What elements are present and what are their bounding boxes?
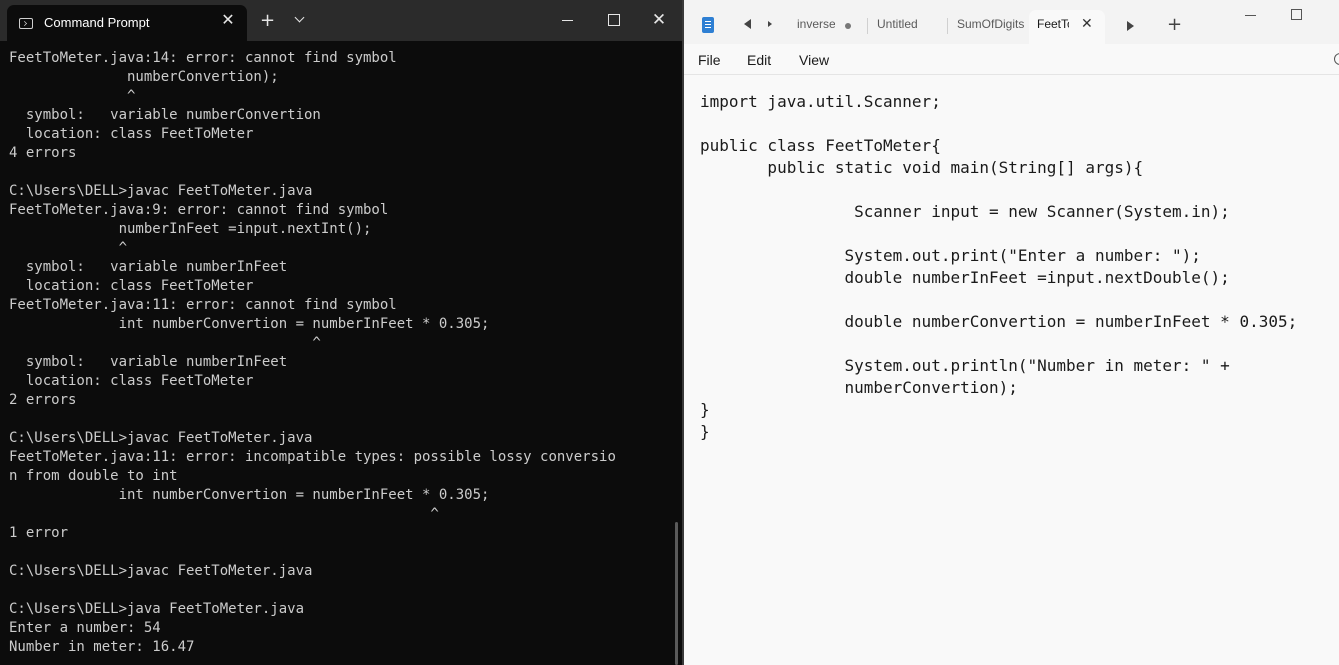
menu-bar: File Edit View (684, 44, 1339, 75)
terminal-output[interactable]: FeetToMeter.java:14: error: cannot find … (9, 49, 616, 657)
tab-separator (947, 18, 948, 34)
tab-feettometer[interactable]: FeetToMeter (1037, 17, 1069, 31)
new-tab-button[interactable]: + (1167, 16, 1182, 34)
terminal-scrollbar[interactable] (675, 522, 678, 665)
new-tab-button[interactable]: + (260, 12, 275, 30)
minimize-button[interactable] (545, 0, 591, 41)
tab-separator (867, 18, 868, 34)
maximize-button[interactable] (1291, 9, 1302, 20)
terminal-title-bar: Command Prompt ✕ + ✕ (0, 0, 682, 41)
tab-close-icon[interactable]: ✕ (219, 11, 237, 29)
tab-sumofdigits[interactable]: SumOfDigits (957, 17, 1027, 31)
maximize-button[interactable] (590, 0, 636, 41)
editor-text-area[interactable]: import java.util.Scanner; public class F… (700, 91, 1297, 443)
scroll-tabs-right-icon[interactable] (1127, 21, 1134, 31)
tab-untitled[interactable]: Untitled (877, 17, 937, 31)
unsaved-dot-icon (845, 23, 851, 29)
settings-gear-icon[interactable] (1334, 53, 1339, 65)
scroll-tabs-right-small-icon[interactable] (768, 21, 772, 27)
minimize-button[interactable] (1245, 15, 1256, 16)
notepad-title-bar: inverse Untitled SumOfDigits FeetToMeter… (684, 0, 1339, 44)
tab-inverse[interactable]: inverse (797, 17, 835, 31)
tab-title: Command Prompt (44, 15, 150, 30)
notepad-icon (702, 17, 714, 33)
tab-command-prompt[interactable]: Command Prompt ✕ (7, 5, 247, 41)
menu-edit[interactable]: Edit (747, 52, 771, 68)
scroll-tabs-left-icon[interactable] (744, 19, 751, 29)
menu-file[interactable]: File (698, 52, 721, 68)
notepad-window: inverse Untitled SumOfDigits FeetToMeter… (684, 0, 1339, 665)
terminal-icon (19, 18, 33, 29)
close-button[interactable]: ✕ (636, 0, 682, 41)
chevron-down-icon[interactable] (293, 12, 307, 26)
command-prompt-window: Command Prompt ✕ + ✕ FeetToMeter.java:14… (0, 0, 682, 665)
tab-close-icon[interactable]: ✕ (1081, 16, 1093, 32)
menu-view[interactable]: View (799, 52, 829, 68)
